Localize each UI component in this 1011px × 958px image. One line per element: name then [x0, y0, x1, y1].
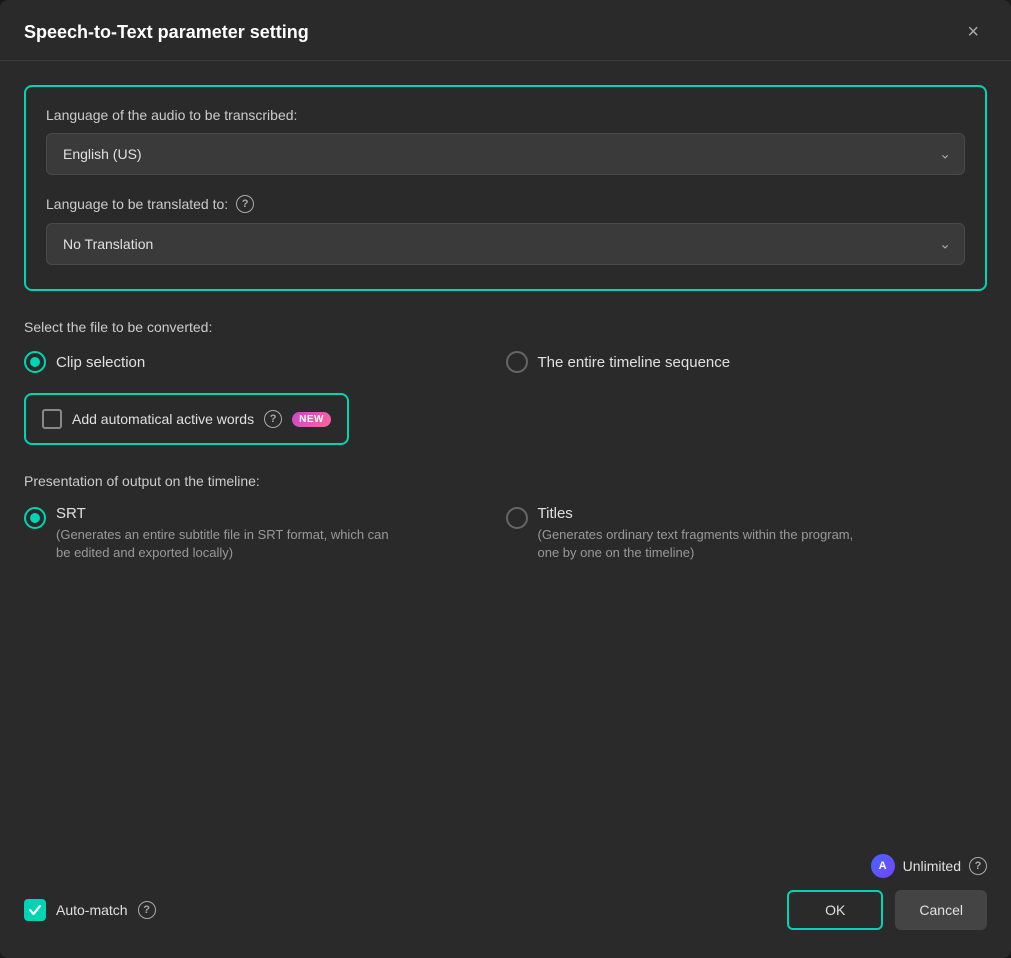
titles-text: Titles (Generates ordinary text fragment… — [538, 505, 878, 562]
active-words-label: Add automatical active words — [72, 411, 254, 427]
active-words-help-icon[interactable]: ? — [264, 410, 282, 428]
timeline-radio[interactable] — [506, 351, 528, 373]
clip-selection-label: Clip selection — [56, 354, 145, 371]
dialog-body: Language of the audio to be transcribed:… — [0, 61, 1011, 854]
srt-text: SRT (Generates an entire subtitle file i… — [56, 505, 396, 562]
titles-title: Titles — [538, 505, 878, 522]
dialog-header: Speech-to-Text parameter setting × — [0, 0, 1011, 61]
translate-select-wrapper: No Translation English Spanish French ⌄ — [46, 223, 965, 265]
new-badge: NEW — [292, 412, 331, 427]
footer-area: A Unlimited ? Auto-match ? OK Cancel — [0, 854, 1011, 958]
unlimited-help-icon[interactable]: ? — [969, 857, 987, 875]
titles-desc: (Generates ordinary text fragments withi… — [538, 526, 878, 562]
presentation-label: Presentation of output on the timeline: — [24, 473, 987, 489]
file-section-label: Select the file to be converted: — [24, 319, 987, 335]
transcribe-select[interactable]: English (US) English (UK) Spanish French… — [46, 133, 965, 175]
ok-button[interactable]: OK — [787, 890, 883, 930]
output-options-row: SRT (Generates an entire subtitle file i… — [24, 505, 987, 562]
dialog: Speech-to-Text parameter setting × Langu… — [0, 0, 1011, 958]
active-words-checkbox[interactable] — [42, 409, 62, 429]
transcribe-select-wrapper: English (US) English (UK) Spanish French… — [46, 133, 965, 175]
unlimited-text: Unlimited — [903, 858, 961, 874]
clip-selection-option[interactable]: Clip selection — [24, 351, 506, 373]
srt-desc: (Generates an entire subtitle file in SR… — [56, 526, 396, 562]
timeline-option[interactable]: The entire timeline sequence — [506, 351, 988, 373]
close-button[interactable]: × — [959, 18, 987, 46]
auto-match-help-icon[interactable]: ? — [138, 901, 156, 919]
transcribe-label: Language of the audio to be transcribed: — [46, 107, 965, 123]
file-options-row: Clip selection The entire timeline seque… — [24, 351, 987, 373]
checkmark-icon — [28, 903, 42, 917]
srt-radio[interactable] — [24, 507, 46, 529]
unlimited-row: A Unlimited ? — [24, 854, 987, 878]
timeline-label: The entire timeline sequence — [538, 354, 731, 371]
file-section: Select the file to be converted: Clip se… — [24, 319, 987, 373]
translate-label-row: Language to be translated to: ? — [46, 195, 965, 213]
auto-match-label: Auto-match — [56, 902, 128, 918]
auto-match-checkbox[interactable] — [24, 899, 46, 921]
srt-title: SRT — [56, 505, 396, 522]
dialog-footer: Auto-match ? OK Cancel — [24, 890, 987, 930]
clip-selection-radio[interactable] — [24, 351, 46, 373]
translate-select[interactable]: No Translation English Spanish French — [46, 223, 965, 265]
footer-left: Auto-match ? — [24, 899, 156, 921]
language-section: Language of the audio to be transcribed:… — [24, 85, 987, 291]
cancel-button[interactable]: Cancel — [895, 890, 987, 930]
ai-badge-label: A — [879, 860, 887, 872]
srt-option[interactable]: SRT (Generates an entire subtitle file i… — [24, 505, 506, 562]
translate-help-icon[interactable]: ? — [236, 195, 254, 213]
footer-buttons: OK Cancel — [787, 890, 987, 930]
ai-badge: A — [871, 854, 895, 878]
dialog-title: Speech-to-Text parameter setting — [24, 22, 309, 43]
active-words-section: Add automatical active words ? NEW — [24, 393, 349, 445]
titles-option[interactable]: Titles (Generates ordinary text fragment… — [506, 505, 988, 562]
presentation-section: Presentation of output on the timeline: … — [24, 473, 987, 562]
titles-radio[interactable] — [506, 507, 528, 529]
translate-label: Language to be translated to: — [46, 196, 228, 212]
